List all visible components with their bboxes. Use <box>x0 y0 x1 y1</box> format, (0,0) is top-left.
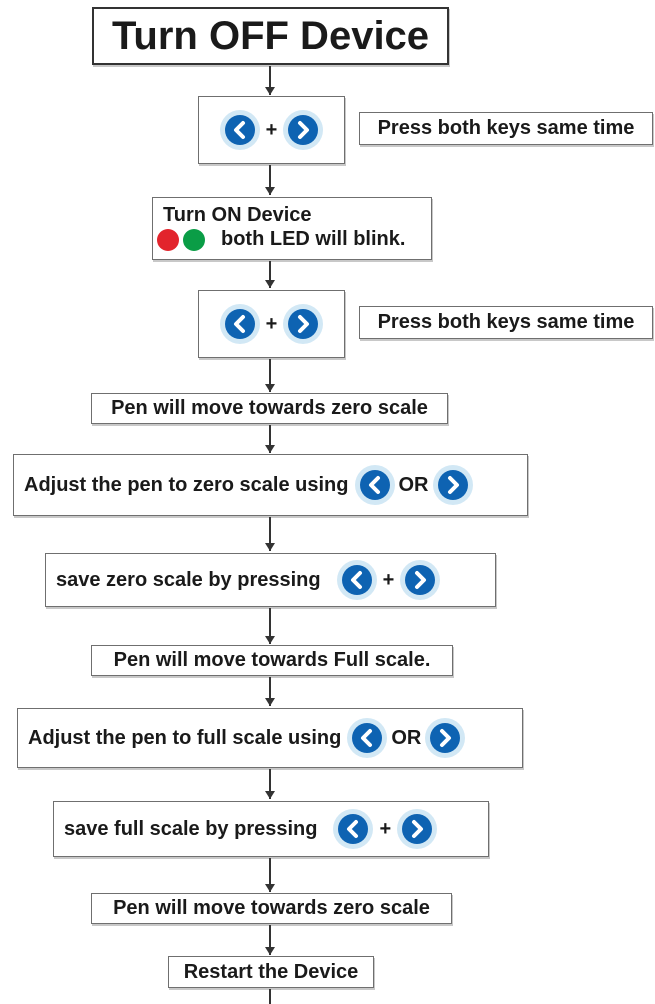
adjust-zero-text: Adjust the pen to zero scale using <box>24 473 349 496</box>
left-arrow-key-icon <box>336 560 377 600</box>
right-arrow-key-icon <box>283 304 324 344</box>
left-arrow-key-icon <box>354 465 395 505</box>
right-arrow-key-icon <box>397 809 438 849</box>
save-full-box: save full scale by pressing + <box>53 801 489 857</box>
plus-sign: + <box>382 568 395 591</box>
or-text-2: OR <box>391 726 422 749</box>
arrow <box>263 66 277 95</box>
save-zero-box: save zero scale by pressing + <box>45 553 496 607</box>
title-text: Turn OFF Device <box>111 13 430 58</box>
green-led-icon <box>183 228 205 251</box>
pen-full-text: Pen will move towards Full scale. <box>113 649 431 671</box>
keys-note-2-text: Press both keys same time <box>377 311 635 333</box>
left-arrow-key-icon <box>333 809 374 849</box>
arrow <box>263 858 277 892</box>
save-full-text: save full scale by pressing <box>64 817 318 840</box>
arrow <box>263 165 277 195</box>
right-arrow-key-icon <box>400 560 441 600</box>
or-text-1: OR <box>398 473 429 496</box>
title-box: Turn OFF Device <box>92 7 449 65</box>
plus-sign: + <box>379 817 392 840</box>
save-zero-text: save zero scale by pressing <box>56 568 321 591</box>
pen-zero-box-2: Pen will move towards zero scale <box>91 893 452 924</box>
plus-sign: + <box>265 312 278 335</box>
arrow <box>263 261 277 288</box>
right-arrow-key-icon <box>425 718 466 758</box>
arrow <box>263 677 277 706</box>
keys-note-1: Press both keys same time <box>359 112 653 145</box>
arrow <box>263 359 277 392</box>
keys-box-1: + <box>198 96 345 164</box>
pen-full-box: Pen will move towards Full scale. <box>91 645 453 676</box>
left-arrow-key-icon <box>347 718 388 758</box>
right-arrow-key-icon <box>432 465 473 505</box>
restart-box: Restart the Device <box>168 956 374 988</box>
left-arrow-key-icon <box>219 110 260 150</box>
keys-note-1-text: Press both keys same time <box>377 117 635 139</box>
keys-note-2: Press both keys same time <box>359 306 653 339</box>
restart-text: Restart the Device <box>183 960 359 983</box>
arrow <box>263 425 277 453</box>
turn-on-box: Turn ON Device both LED will blink. <box>152 197 432 260</box>
led-note: both LED will blink. <box>221 228 406 250</box>
adjust-full-text: Adjust the pen to full scale using <box>28 726 342 749</box>
pen-zero-text-2: Pen will move towards zero scale <box>113 897 430 919</box>
pen-zero-box-1: Pen will move towards zero scale <box>91 393 448 424</box>
red-led-icon <box>157 228 179 251</box>
right-arrow-key-icon <box>283 110 324 150</box>
arrow <box>263 517 277 551</box>
adjust-zero-box: Adjust the pen to zero scale using OR <box>13 454 528 516</box>
plus-sign: + <box>265 118 278 141</box>
pen-zero-text-1: Pen will move towards zero scale <box>111 397 428 419</box>
left-arrow-key-icon <box>219 304 260 344</box>
arrow <box>263 925 277 955</box>
adjust-full-box: Adjust the pen to full scale using OR <box>17 708 523 768</box>
turn-on-title: Turn ON Device <box>163 204 312 226</box>
arrow-tail <box>269 989 271 1004</box>
arrow <box>263 769 277 799</box>
keys-box-2: + <box>198 290 345 358</box>
arrow <box>263 608 277 644</box>
